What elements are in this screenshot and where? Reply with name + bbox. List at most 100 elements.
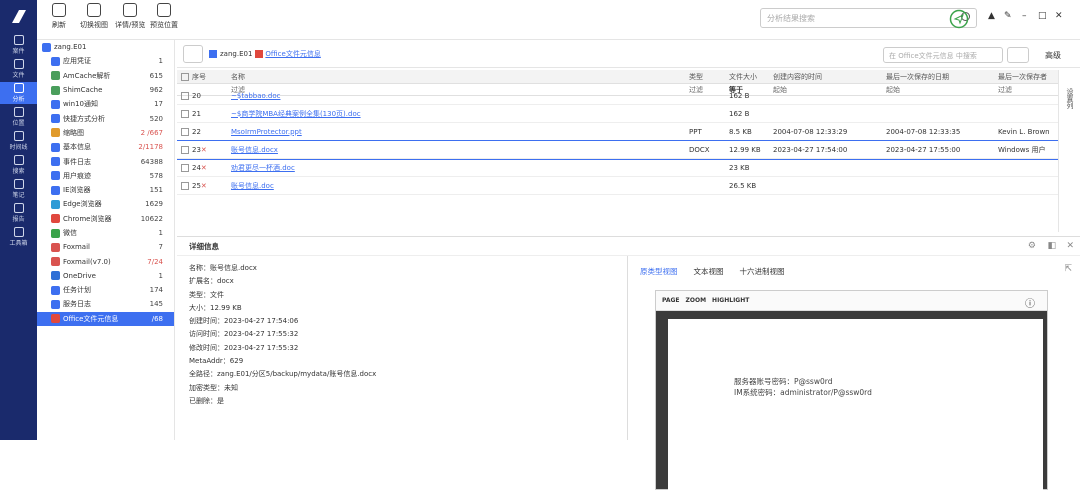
maximize-icon[interactable]: □: [1038, 11, 1047, 21]
table-row[interactable]: 23✕ 账号信息.docx DOCX 12.99 KB 2023-04-27 17:54…: [177, 140, 1058, 160]
row-checkbox[interactable]: [181, 181, 189, 190]
artifact-icon: [51, 99, 60, 109]
artifact-icon: [51, 257, 60, 267]
nav-icon: [13, 107, 24, 117]
tree-item[interactable]: IE浏览器 151: [37, 183, 174, 197]
nav-item-4[interactable]: 时间线: [0, 130, 37, 152]
tree-item[interactable]: Foxmail(v7.0) 7/24: [37, 254, 174, 268]
nav-icon: [13, 83, 24, 93]
pin-icon[interactable]: ✎: [1004, 11, 1012, 21]
app-logo: [0, 0, 37, 34]
tree-item[interactable]: 快捷方式分析 520: [37, 111, 174, 125]
artifact-icon: [51, 56, 60, 66]
send-icon[interactable]: [949, 9, 969, 29]
tree-item[interactable]: 用户痕迹 578: [37, 169, 174, 183]
table-row[interactable]: 24✕ 劝君更尽一杯酒.doc 23 KB: [177, 159, 1058, 177]
table-row[interactable]: 21 ~$商学院MBA经典案例全集(130页).doc 162 B: [177, 105, 1058, 123]
nav-icon: [13, 155, 24, 165]
row-checkbox[interactable]: [181, 127, 189, 136]
nav-item-3[interactable]: 位置: [0, 106, 37, 128]
layout-icon[interactable]: ◧: [1047, 241, 1056, 251]
nav-item-8[interactable]: 工具箱: [0, 226, 37, 248]
row-checkbox[interactable]: [181, 163, 189, 172]
tree-item[interactable]: 应用凭证 1: [37, 54, 174, 68]
windows-icon: [209, 49, 217, 58]
artifact-icon: [51, 142, 60, 152]
preview-position-button[interactable]: 预览位置: [150, 3, 178, 30]
left-nav: 案件 文件 分析 位置 时间线 搜索 笔记 报告 工具箱: [0, 0, 37, 440]
row-checkbox[interactable]: [181, 145, 189, 154]
nav-item-6[interactable]: 笔记: [0, 178, 37, 200]
tree-item[interactable]: 缩略图 2 /667: [37, 126, 174, 140]
artifact-icon: [51, 199, 60, 209]
tree-item[interactable]: Edge浏览器 1629: [37, 197, 174, 211]
nav-item-0[interactable]: 案件: [0, 34, 37, 56]
external-open-icon[interactable]: ⇱: [1064, 264, 1072, 274]
advanced-search-button[interactable]: 高级: [1045, 50, 1061, 61]
viewer-tool-button[interactable]: HIGHLIGHT: [712, 297, 749, 304]
property-line: 扩展名：docx: [189, 277, 234, 286]
deleted-icon: ✕: [200, 181, 207, 190]
property-line: 创建时间：2023-04-27 17:54:06: [189, 317, 299, 326]
tree-toggle-button[interactable]: [183, 44, 203, 63]
tree-item[interactable]: 微信 1: [37, 226, 174, 240]
viewer-tool-button[interactable]: ZOOM: [686, 297, 707, 304]
select-all-checkbox[interactable]: [181, 72, 189, 81]
row-checkbox[interactable]: [181, 109, 189, 118]
table-row[interactable]: 22 MsoIrmProtector.ppt PPT 8.5 KB 2004-07-08…: [177, 123, 1058, 141]
tree-item[interactable]: zang.E01: [37, 40, 174, 54]
column-settings-tab[interactable]: 设置列: [1058, 70, 1080, 232]
artifact-icon: [51, 185, 60, 195]
nav-icon: [13, 35, 24, 45]
tree-item[interactable]: AmCache解析 615: [37, 69, 174, 83]
document-page: 服务器账号密码：P@ssw0rd IM系统密码：administrator/P@s…: [668, 319, 1043, 494]
tree-item[interactable]: 服务日志 145: [37, 297, 174, 311]
tree-item[interactable]: ShimCache 962: [37, 83, 174, 97]
tree-item[interactable]: Foxmail 7: [37, 240, 174, 254]
viewer-tool-button[interactable]: PAGE: [662, 297, 680, 304]
artifact-icon: [51, 228, 60, 238]
details-preview-button[interactable]: 详情/预览: [115, 3, 145, 30]
table-row[interactable]: 25✕ 账号信息.doc 26.5 KB: [177, 177, 1058, 195]
switch-view-button[interactable]: 切换视图: [80, 3, 108, 30]
analysis-search-input[interactable]: 分析结果搜索: [760, 8, 977, 28]
filter-search-input[interactable]: 在 Office文件元信息 中搜索: [883, 47, 1003, 63]
preview-tab[interactable]: 文本视图: [694, 266, 724, 277]
property-line: 已删除：是: [189, 396, 224, 405]
document-text-line: 服务器账号密码：P@ssw0rd: [734, 377, 833, 386]
nav-item-5[interactable]: 搜索: [0, 154, 37, 176]
tree-item[interactable]: win10通知 17: [37, 97, 174, 111]
tree-item[interactable]: 事件日志 64388: [37, 154, 174, 168]
nav-icon: [13, 59, 24, 69]
breadcrumb: zang.E01 Office文件元信息 在 Office文件元信息 中搜索 高…: [177, 40, 1080, 68]
artifact-icon: [51, 128, 60, 138]
user-icon[interactable]: ▲: [988, 11, 995, 21]
filter-search-button[interactable]: [1007, 47, 1029, 63]
preview-tab[interactable]: 原类型视图: [640, 266, 678, 277]
property-line: 类型：文件: [189, 290, 224, 299]
tree-item[interactable]: Chrome浏览器 10622: [37, 212, 174, 226]
artifact-tree: zang.E01 应用凭证 1 AmCache解析 615 ShimCache 962 win…: [37, 40, 175, 440]
tree-item[interactable]: Office文件元信息/68: [37, 311, 174, 326]
row-checkbox[interactable]: [181, 91, 189, 100]
refresh-button[interactable]: 刷新: [52, 3, 66, 30]
deleted-icon: ✕: [200, 163, 207, 172]
nav-item-1[interactable]: 文件: [0, 58, 37, 80]
nav-item-2[interactable]: 分析: [0, 82, 37, 104]
property-line: 访问时间：2023-04-27 17:55:32: [189, 330, 299, 339]
info-icon[interactable]: ⓘ: [1025, 295, 1035, 310]
tree-item[interactable]: 基本信息 2/1178: [37, 140, 174, 154]
artifact-icon: [42, 42, 51, 52]
nav-item-7[interactable]: 报告: [0, 202, 37, 224]
tree-item[interactable]: 任务计划 174: [37, 283, 174, 297]
property-list: 名称：账号信息.docx 扩展名：docx 类型：文件 大小：12.99 KB 创建时间…: [189, 262, 619, 408]
artifact-icon: [51, 114, 60, 124]
close-panel-icon[interactable]: ✕: [1066, 241, 1074, 251]
office-icon: [255, 49, 264, 58]
nav-icon: [13, 131, 24, 141]
preview-tab[interactable]: 十六进制视图: [740, 266, 785, 277]
close-icon[interactable]: ✕: [1055, 11, 1063, 21]
settings-icon[interactable]: ⚙: [1028, 241, 1036, 251]
tree-item[interactable]: OneDrive 1: [37, 269, 174, 283]
minimize-icon[interactable]: –: [1022, 11, 1027, 21]
